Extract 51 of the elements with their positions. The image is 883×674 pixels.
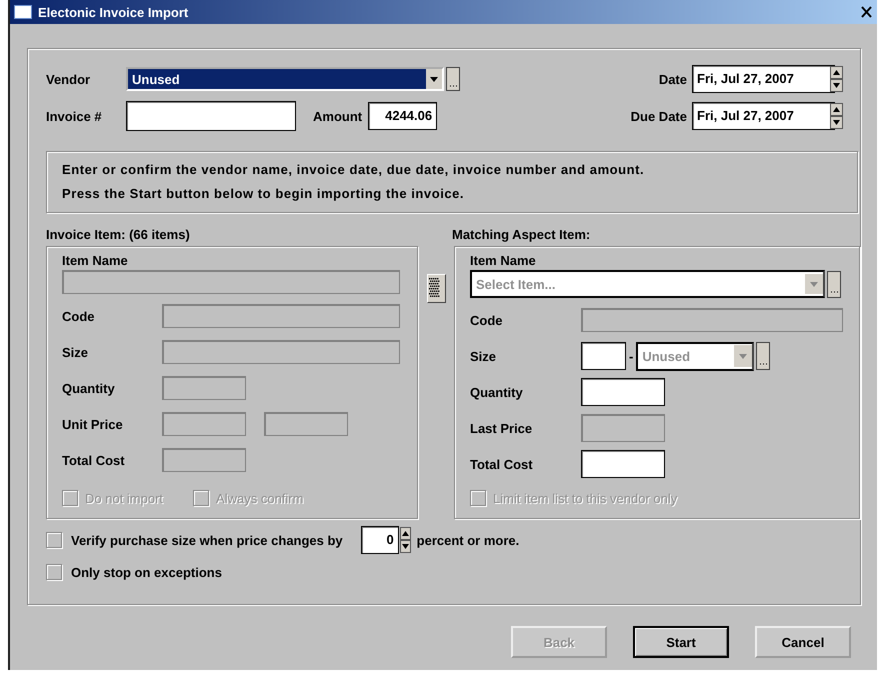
field-label: Vendor [46, 72, 92, 86]
size-field[interactable] [581, 342, 626, 370]
field-label: Item Name [470, 253, 537, 268]
amount-field[interactable]: 4244.06 [368, 102, 438, 130]
spinner-icon[interactable] [830, 103, 843, 129]
browse-button-icon[interactable] [446, 67, 460, 91]
due-date-field[interactable]: Fri, Jul 27, 2007 [692, 102, 835, 130]
window-icon [14, 5, 32, 19]
checkbox-label: Only stop on exceptions [71, 564, 222, 580]
section-title: Invoice Item: (66 items) [46, 227, 191, 242]
separator-text: - [629, 348, 634, 364]
field-label: Date [658, 72, 687, 86]
instruction-text: Press the Start button below to begin importing the invoice. [62, 186, 466, 201]
field-label: Item Name [62, 253, 129, 268]
field-label: Code [62, 308, 96, 324]
checkbox-label: Limit item list to this vendor only [493, 490, 678, 506]
browse-button-icon[interactable] [756, 342, 770, 370]
invoice-number-field[interactable] [126, 101, 296, 131]
field-label: Total Cost [62, 452, 126, 468]
text-field[interactable] [581, 450, 665, 478]
field-label: Unit Price [62, 416, 124, 432]
field-label: Total Cost [470, 456, 534, 472]
percent-field[interactable]: 0 [360, 526, 399, 554]
dialog-button[interactable]: Start [633, 626, 729, 658]
checkbox-label: Verify purchase size when price changes by [71, 532, 343, 548]
field-label: Code [470, 312, 504, 328]
checkbox-label: Always confirm [216, 490, 304, 506]
match-button-icon[interactable] [426, 274, 446, 303]
field-label: Amount [313, 108, 362, 124]
window-title: Electonic Invoice Import [38, 4, 190, 20]
text-field[interactable] [581, 378, 665, 406]
browse-button-icon[interactable] [827, 270, 841, 298]
percent-label: percent or more. [416, 532, 520, 548]
checkbox-label: Do not import [85, 490, 164, 506]
close-icon[interactable] [861, 5, 873, 19]
field-label: Quantity [470, 384, 524, 400]
vendor-dropdown[interactable]: Unused [126, 67, 444, 91]
checkbox[interactable] [46, 532, 62, 548]
field-label: Size [62, 344, 90, 360]
field-label: Size [470, 348, 498, 364]
section-title: Matching Aspect Item: [452, 227, 592, 242]
spinner-icon[interactable] [830, 66, 843, 92]
instruction-text: Enter or confirm the vendor name, invoice date, due date, invoice number and amount. [62, 162, 646, 177]
field-label: Last Price [470, 420, 534, 436]
field-label: Due Date [630, 108, 687, 124]
dialog-button[interactable]: Cancel [755, 626, 851, 658]
date-field[interactable]: Fri, Jul 27, 2007 [692, 65, 835, 93]
spinner-icon[interactable] [400, 527, 411, 553]
field-label: Invoice # [46, 108, 103, 124]
field-label: Quantity [62, 380, 116, 396]
checkbox[interactable] [46, 564, 62, 580]
